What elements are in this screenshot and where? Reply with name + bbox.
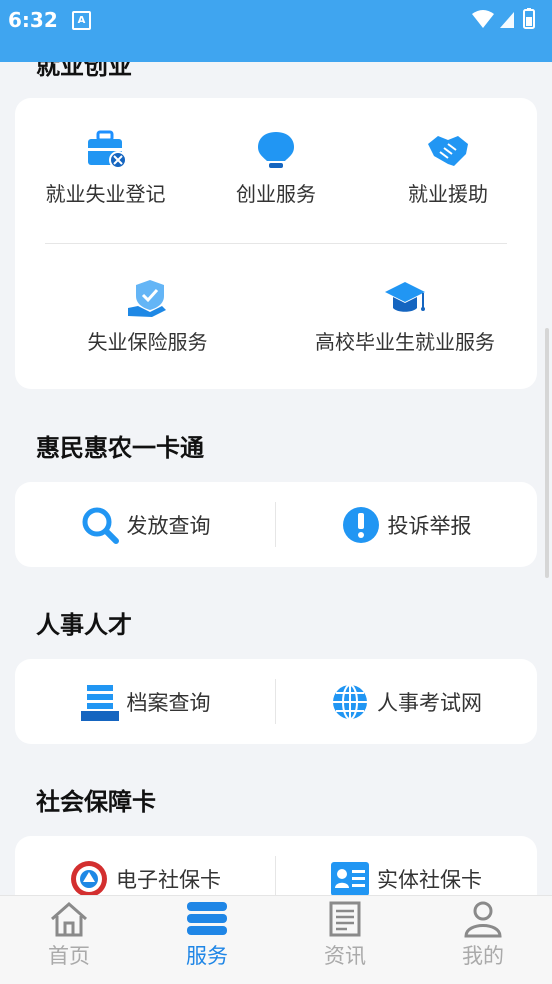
tab-service[interactable]: 服务 xyxy=(138,896,276,984)
tab-news[interactable]: 资讯 xyxy=(276,896,414,984)
graduation-cap-icon xyxy=(385,282,425,312)
briefcase-icon xyxy=(87,130,127,169)
physical-card-item[interactable]: 实体社保卡 xyxy=(276,836,537,895)
scrollbar[interactable] xyxy=(545,328,549,578)
tab-news-label: 资讯 xyxy=(324,944,366,968)
search-icon xyxy=(82,507,119,544)
bottom-tab-bar: 首页 服务 资讯 我的 xyxy=(0,895,552,984)
huimin-card: 发放查询 投诉举报 xyxy=(15,482,537,567)
service-content[interactable]: 就业创业 就业失业登记 创业服务 就业援助 失业保险服务 高校毕业生就业服务 惠… xyxy=(0,62,552,895)
section-title-huimin: 惠民惠农一卡通 xyxy=(36,434,204,462)
section-title-personnel: 人事人才 xyxy=(36,611,132,639)
archive-icon xyxy=(80,684,119,721)
tab-mine-label: 我的 xyxy=(462,944,504,968)
status-time: 6:32 xyxy=(8,8,58,32)
service-icon xyxy=(187,902,227,935)
employment-registration-label: 就业失业登记 xyxy=(45,182,166,206)
status-bar: 6:32 A xyxy=(0,0,552,62)
employment-card: 就业失业登记 创业服务 就业援助 失业保险服务 高校毕业生就业服务 xyxy=(15,98,537,389)
unemployment-insurance-item[interactable]: 失业保险服务 xyxy=(70,278,225,355)
shield-hand-icon xyxy=(127,280,166,317)
section-title-employment: 就业创业 xyxy=(36,62,132,80)
personnel-exam-label: 人事考试网 xyxy=(377,690,482,715)
tab-service-label: 服务 xyxy=(186,944,228,968)
electronic-card-label: 电子社保卡 xyxy=(116,867,221,892)
tab-home-label: 首页 xyxy=(48,944,90,968)
notification-icon: A xyxy=(72,11,91,30)
physical-card-label: 实体社保卡 xyxy=(377,867,482,892)
payment-query-item[interactable]: 发放查询 xyxy=(15,482,276,567)
social-card-card: 电子社保卡 实体社保卡 xyxy=(15,836,537,895)
archive-query-item[interactable]: 档案查询 xyxy=(15,659,276,744)
employment-assistance-label: 就业援助 xyxy=(408,182,488,206)
tab-home[interactable]: 首页 xyxy=(0,896,138,984)
entrepreneurship-service-label: 创业服务 xyxy=(236,182,316,206)
exclamation-icon xyxy=(342,506,379,543)
unemployment-insurance-label: 失业保险服务 xyxy=(87,330,208,354)
graduate-employment-item[interactable]: 高校毕业生就业服务 xyxy=(300,278,510,355)
employment-assistance-item[interactable]: 就业援助 xyxy=(377,130,519,207)
home-icon xyxy=(51,901,87,937)
section-title-social-card: 社会保障卡 xyxy=(36,788,156,816)
globe-icon xyxy=(333,683,367,720)
social-security-emblem-icon xyxy=(71,860,107,895)
id-card-icon xyxy=(331,861,369,895)
electronic-card-item[interactable]: 电子社保卡 xyxy=(15,836,276,895)
complaint-report-item[interactable]: 投诉举报 xyxy=(276,482,537,567)
tab-mine[interactable]: 我的 xyxy=(414,896,552,984)
lightbulb-icon xyxy=(258,132,294,168)
payment-query-label: 发放查询 xyxy=(126,513,211,538)
handshake-icon xyxy=(428,136,468,166)
system-status-icons xyxy=(472,8,535,29)
user-icon xyxy=(464,901,502,938)
employment-registration-item[interactable]: 就业失业登记 xyxy=(33,130,178,207)
graduate-employment-label: 高校毕业生就业服务 xyxy=(315,330,495,354)
personnel-card: 档案查询 人事考试网 xyxy=(15,659,537,744)
complaint-report-label: 投诉举报 xyxy=(387,513,472,538)
card-divider xyxy=(45,243,507,244)
archive-query-label: 档案查询 xyxy=(126,690,211,715)
entrepreneurship-service-item[interactable]: 创业服务 xyxy=(205,130,347,207)
news-icon xyxy=(329,901,361,937)
personnel-exam-item[interactable]: 人事考试网 xyxy=(276,659,537,744)
